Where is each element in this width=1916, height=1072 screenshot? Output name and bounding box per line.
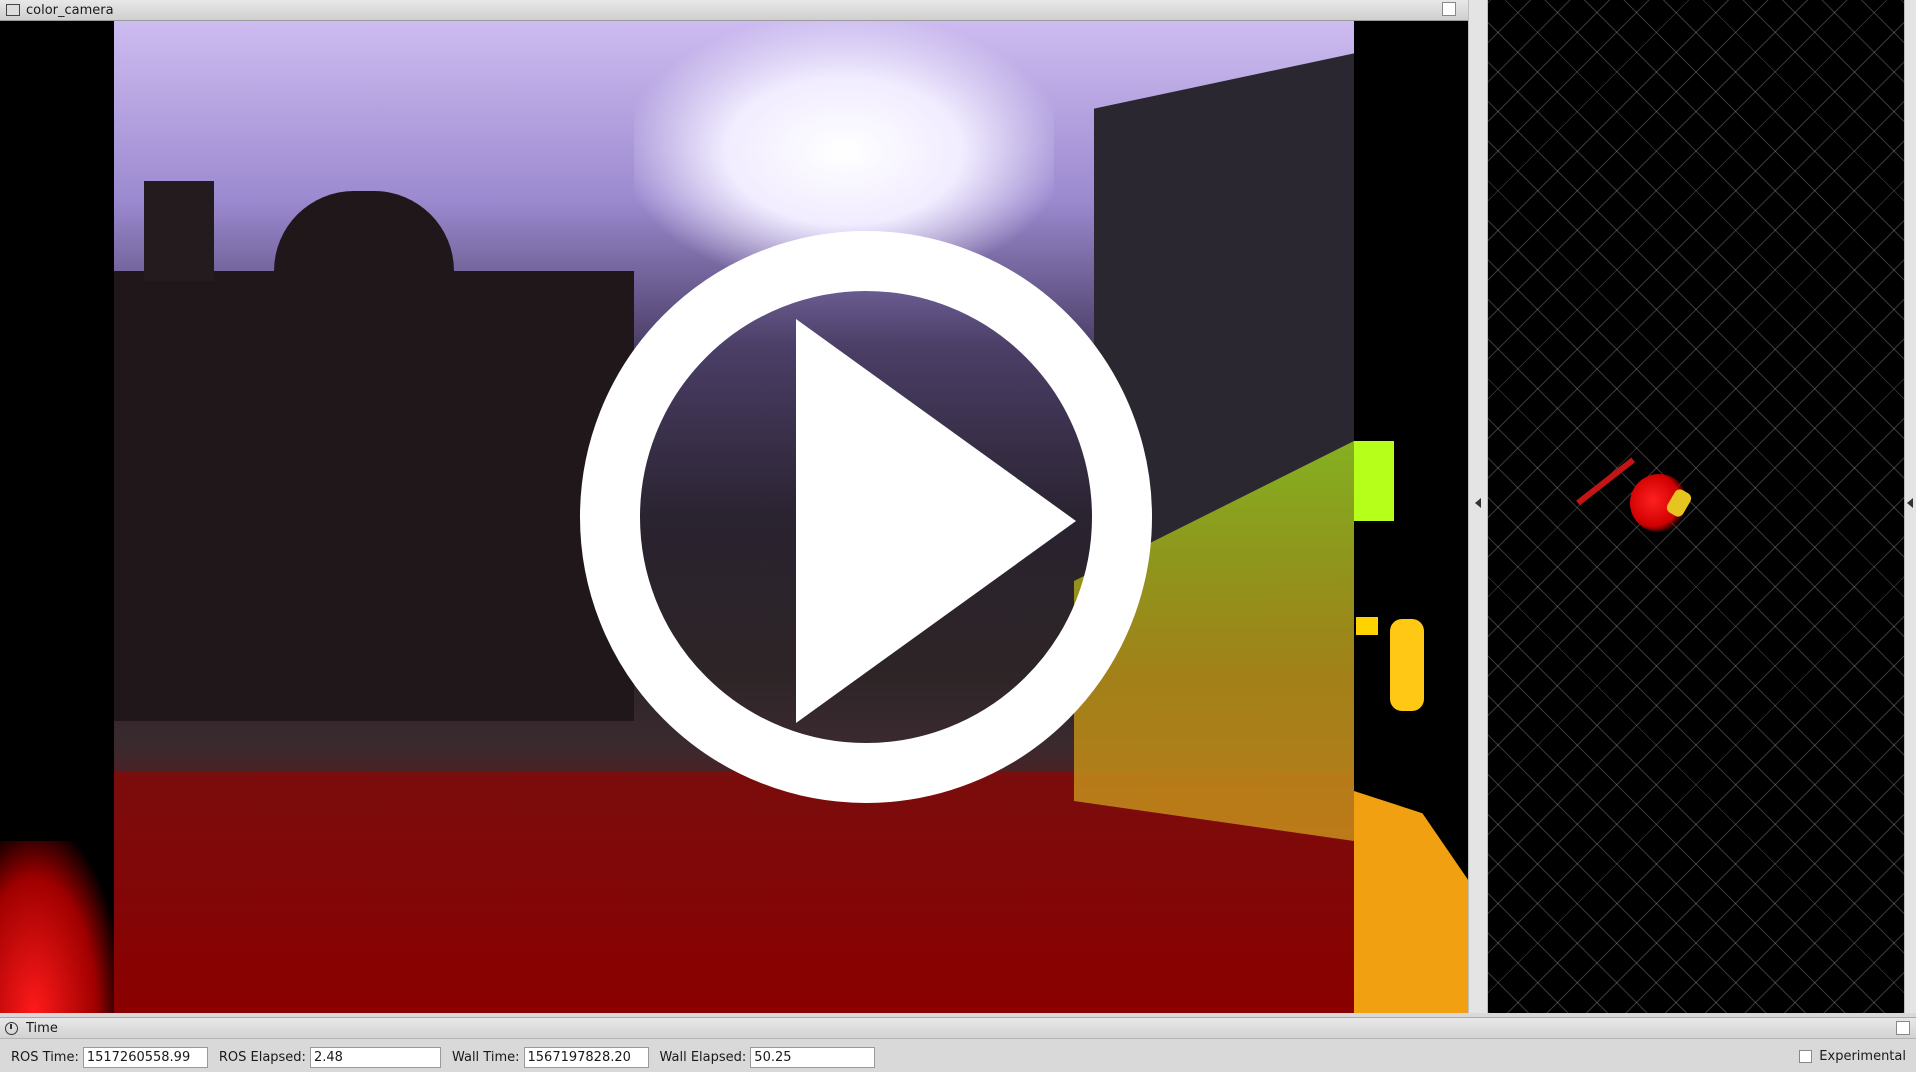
pointcloud-side-overlay — [1354, 441, 1468, 1013]
window-icon — [6, 4, 20, 16]
pointcloud-left-overlay — [0, 841, 114, 1013]
undock-button[interactable] — [1442, 2, 1456, 16]
3d-view[interactable] — [1488, 0, 1904, 1013]
wall-time-field[interactable]: 1567197828.20 — [523, 1047, 649, 1068]
time-panel-titlebar[interactable]: Time — [0, 1017, 1916, 1039]
time-row: ROS Time: 1517260558.99 ROS Elapsed: 2.4… — [0, 1043, 1916, 1072]
right-dock-handle[interactable] — [1904, 0, 1916, 1013]
ros-elapsed-label: ROS Elapsed: — [218, 1050, 306, 1065]
wall-time-label: Wall Time: — [451, 1050, 520, 1065]
collapse-arrow-icon[interactable] — [1475, 498, 1481, 508]
panel-splitter[interactable] — [1468, 0, 1488, 1013]
collapse-arrow-icon[interactable] — [1907, 498, 1913, 508]
ros-time-field[interactable]: 1517260558.99 — [82, 1047, 208, 1068]
clock-icon — [5, 1021, 18, 1035]
undock-button[interactable] — [1896, 1021, 1910, 1035]
wall-elapsed-field[interactable]: 50.25 — [750, 1047, 876, 1068]
camera-panel-titlebar[interactable]: color_camera — [0, 0, 1468, 21]
ros-elapsed-field[interactable]: 2.48 — [309, 1047, 441, 1068]
experimental-checkbox[interactable] — [1799, 1050, 1813, 1063]
camera-panel-title: color_camera — [26, 2, 114, 18]
experimental-toggle[interactable]: Experimental — [1799, 1049, 1906, 1064]
camera-panel: color_camera — [0, 0, 1468, 1013]
building-silhouette — [114, 181, 634, 721]
ros-time-label: ROS Time: — [11, 1050, 79, 1065]
experimental-label: Experimental — [1819, 1049, 1906, 1064]
time-panel-title: Time — [26, 1020, 58, 1036]
play-icon[interactable] — [796, 319, 1076, 723]
wall-elapsed-label: Wall Elapsed: — [659, 1050, 747, 1065]
